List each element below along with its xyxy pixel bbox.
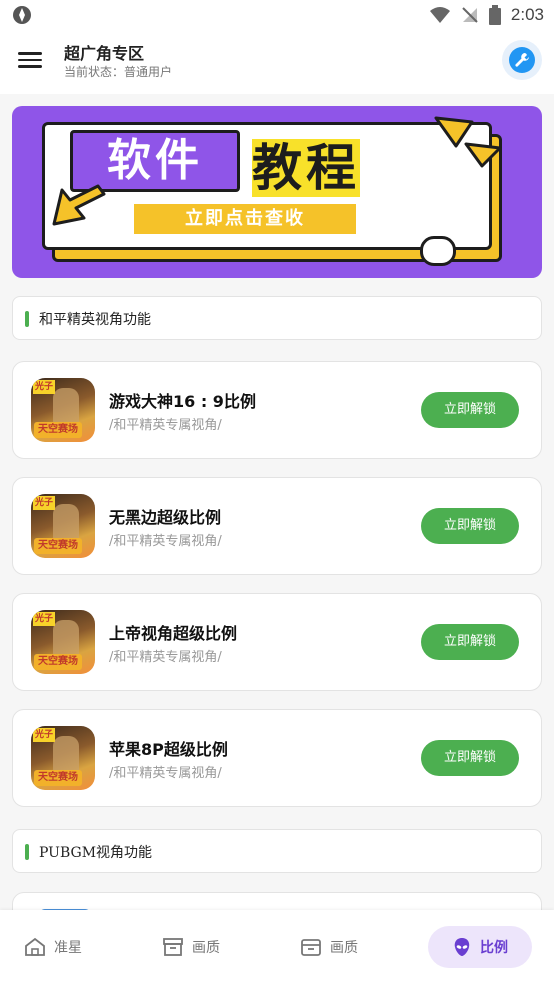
- feature-card: 光子 天空赛场 苹果8P超级比例 /和平精英专属视角/ 立即解锁: [12, 709, 542, 807]
- app-logo-icon: [13, 6, 31, 24]
- tab-label: 比例: [480, 940, 508, 956]
- feature-card: 光子 天空赛场 上帝视角超级比例 /和平精英专属视角/ 立即解锁: [12, 593, 542, 691]
- tab-crosshair[interactable]: 准星: [24, 926, 82, 968]
- banner-tag-software: 软件: [70, 130, 240, 192]
- wrench-icon: [515, 53, 529, 67]
- folder-box-icon: [301, 939, 321, 956]
- feature-title: 游戏大神16 : 9比例: [109, 392, 256, 411]
- banner-cta: 立即点击查收: [134, 204, 356, 234]
- feature-card: 光子 天空赛场 游戏大神16 : 9比例 /和平精英专属视角/ 立即解锁: [12, 361, 542, 459]
- alien-icon: [454, 938, 470, 956]
- mouse-icon: [420, 236, 456, 266]
- banner-tag-tutorial: 教程: [252, 139, 360, 197]
- page-title: 超广角专区: [64, 44, 145, 63]
- user-status-text: 当前状态：普通用户: [64, 65, 173, 79]
- feature-subtitle: /和平精英专属视角/: [109, 766, 222, 781]
- feature-subtitle: /和平精英专属视角/: [109, 418, 222, 433]
- battery-icon: [488, 5, 501, 25]
- section-header-pubgm: PUBGM视角功能: [12, 829, 542, 873]
- flag-icon: [434, 116, 502, 168]
- wifi-icon: [429, 7, 450, 23]
- tab-label: 准星: [54, 940, 82, 956]
- section-accent-bar: [25, 844, 29, 860]
- bottom-tab-bar: 准星 画质 画质 比例: [0, 910, 554, 986]
- unlock-button[interactable]: 立即解锁: [421, 392, 519, 428]
- unlock-button[interactable]: 立即解锁: [421, 624, 519, 660]
- clock-time: 2:03: [510, 5, 544, 24]
- status-bar: 2:03: [0, 0, 554, 30]
- unlock-button[interactable]: 立即解锁: [421, 508, 519, 544]
- settings-tool-button[interactable]: [502, 40, 542, 80]
- home-icon: [25, 937, 45, 956]
- menu-icon[interactable]: [18, 48, 42, 72]
- game-thumbnail: 光子 天空赛场: [31, 378, 95, 442]
- tutorial-banner[interactable]: 软件 教程 立即点击查收: [12, 106, 542, 278]
- unlock-button[interactable]: 立即解锁: [421, 740, 519, 776]
- game-thumbnail: 光子 天空赛场: [31, 494, 95, 558]
- feature-title: 上帝视角超级比例: [109, 624, 238, 643]
- tab-ratio[interactable]: 比例: [428, 926, 532, 968]
- tab-label: 画质: [330, 940, 358, 956]
- feature-title: 无黑边超级比例: [109, 508, 222, 527]
- section-accent-bar: [25, 311, 29, 327]
- cursor-arrow-icon: [52, 184, 106, 226]
- feature-title: 苹果8P超级比例: [109, 740, 228, 759]
- section-header-heping: 和平精英视角功能: [12, 296, 542, 340]
- feature-subtitle: /和平精英专属视角/: [109, 650, 222, 665]
- section-label: 和平精英视角功能: [39, 312, 151, 328]
- tab-quality-2[interactable]: 画质: [300, 926, 358, 968]
- app-bar: 超广角专区 当前状态：普通用户: [0, 30, 554, 94]
- feature-card: 光子 天空赛场 无黑边超级比例 /和平精英专属视角/ 立即解锁: [12, 477, 542, 575]
- no-signal-icon: [462, 7, 478, 23]
- game-thumbnail: 光子 天空赛场: [31, 726, 95, 790]
- tab-label: 画质: [192, 940, 220, 956]
- game-thumbnail: 光子 天空赛场: [31, 610, 95, 674]
- feature-subtitle: /和平精英专属视角/: [109, 534, 222, 549]
- archive-box-icon: [163, 938, 183, 956]
- tab-quality-1[interactable]: 画质: [162, 926, 220, 968]
- section-label: PUBGM视角功能: [39, 845, 153, 861]
- status-icons: 2:03: [429, 3, 544, 27]
